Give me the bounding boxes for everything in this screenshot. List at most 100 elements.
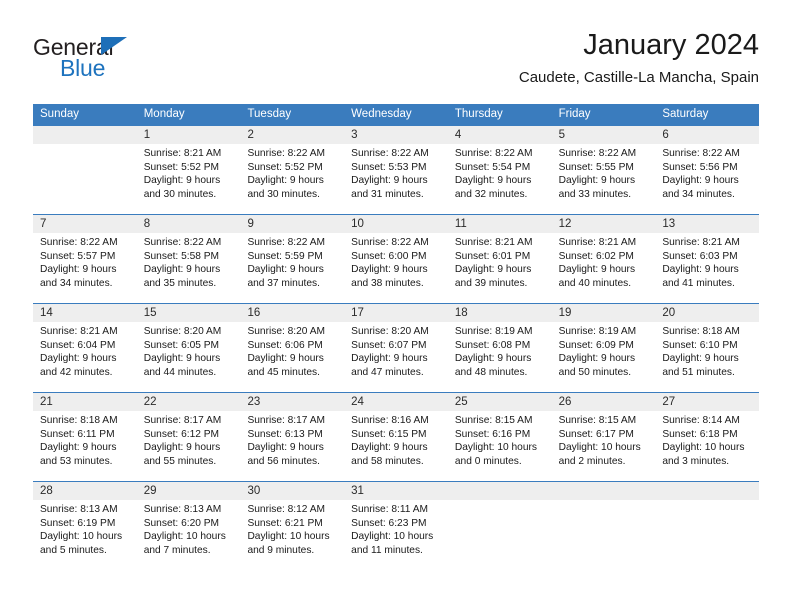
sunrise-text: Sunrise: 8:22 AM bbox=[558, 148, 637, 159]
sunset-text: Sunset: 6:15 PM bbox=[351, 428, 427, 440]
day-details: Sunrise: 8:22 AM Sunset: 5:56 PM Daylight:… bbox=[655, 144, 759, 201]
day-cell-12[interactable]: 12 Sunrise: 8:21 AM Sunset: 6:02 PM Dayligh… bbox=[551, 215, 656, 303]
day-cell-3[interactable]: 3 Sunrise: 8:22 AM Sunset: 5:53 PM Daylight… bbox=[344, 126, 448, 214]
daylight-text-line2: and 42 minutes. bbox=[40, 366, 113, 378]
daylight-text-line2: and 0 minutes. bbox=[454, 455, 522, 467]
day-cell-21[interactable]: 21 Sunrise: 8:18 AM Sunset: 6:11 PM Dayligh… bbox=[33, 393, 137, 481]
day-number-band: 16 bbox=[240, 304, 345, 322]
daylight-text-line2: and 39 minutes. bbox=[454, 277, 528, 289]
sunset-text: Sunset: 6:00 PM bbox=[351, 250, 427, 262]
day-number-band: 20 bbox=[655, 304, 760, 322]
weekday-header-row: Sunday Monday Tuesday Wednesday Thursday Frid… bbox=[33, 104, 759, 125]
day-cell-19[interactable]: 19 Sunrise: 8:19 AM Sunset: 6:09 PM Dayligh… bbox=[551, 304, 656, 392]
day-number-band: 28 bbox=[33, 482, 137, 500]
day-cell-14[interactable]: 14 Sunrise: 8:21 AM Sunset: 6:04 PM Dayligh… bbox=[33, 304, 137, 392]
sunrise-text: Sunrise: 8:12 AM bbox=[247, 504, 326, 515]
sunrise-text: Sunrise: 8:22 AM bbox=[662, 148, 740, 159]
general-blue-logo[interactable]: General Blue bbox=[33, 34, 233, 90]
day-cell-13[interactable]: 13 Sunrise: 8:21 AM Sunset: 6:03 PM Dayligh… bbox=[655, 215, 760, 303]
sunrise-text: Sunrise: 8:11 AM bbox=[351, 504, 428, 515]
day-details: Sunrise: 8:20 AM Sunset: 6:05 PM Daylight:… bbox=[137, 322, 241, 379]
day-cell-26[interactable]: 26 Sunrise: 8:15 AM Sunset: 6:17 PM Dayligh… bbox=[551, 393, 656, 481]
day-cell-20[interactable]: 20 Sunrise: 8:18 AM Sunset: 6:10 PM Dayligh… bbox=[655, 304, 760, 392]
day-number-band: 8 bbox=[136, 215, 241, 233]
sunset-text: Sunset: 6:05 PM bbox=[143, 339, 220, 351]
day-number-band: 1 bbox=[136, 126, 241, 144]
day-details: Sunrise: 8:22 AM Sunset: 5:57 PM Daylight:… bbox=[33, 233, 137, 290]
day-cell-8[interactable]: 8 Sunrise: 8:22 AM Sunset: 5:58 PM Daylight… bbox=[136, 215, 241, 303]
day-cell-5[interactable]: 5 Sunrise: 8:22 AM Sunset: 5:55 PM Daylight… bbox=[551, 126, 656, 214]
daylight-text-line2: and 37 minutes. bbox=[247, 277, 320, 289]
calendar-week-row: 14 Sunrise: 8:21 AM Sunset: 6:04 PM Dayligh… bbox=[33, 303, 760, 392]
daylight-text-line2: and 11 minutes. bbox=[351, 544, 423, 556]
day-number: 2 bbox=[247, 129, 254, 141]
calendar-grid: Sunday Monday Tuesday Wednesday Thursday Frid… bbox=[33, 104, 760, 572]
sunrise-text: Sunrise: 8:21 AM bbox=[662, 237, 740, 248]
day-details: Sunrise: 8:21 AM Sunset: 5:52 PM Daylight:… bbox=[137, 144, 241, 201]
day-cell-23[interactable]: 23 Sunrise: 8:17 AM Sunset: 6:13 PM Dayligh… bbox=[240, 393, 345, 481]
daylight-text-line1: Daylight: 9 hours bbox=[351, 264, 428, 276]
day-cell-24[interactable]: 24 Sunrise: 8:16 AM Sunset: 6:15 PM Dayligh… bbox=[344, 393, 448, 481]
daylight-text-line2: and 2 minutes. bbox=[558, 455, 626, 467]
day-number-band: 3 bbox=[344, 126, 448, 144]
day-cell-7[interactable]: 7 Sunrise: 8:22 AM Sunset: 5:57 PM Daylight… bbox=[33, 215, 137, 303]
daylight-text-line1: Daylight: 9 hours bbox=[558, 353, 636, 365]
day-details: Sunrise: 8:16 AM Sunset: 6:15 PM Daylight:… bbox=[344, 411, 448, 468]
day-cell-18[interactable]: 18 Sunrise: 8:19 AM Sunset: 6:08 PM Dayligh… bbox=[447, 304, 552, 392]
day-cell-2[interactable]: 2 Sunrise: 8:22 AM Sunset: 5:52 PM Daylight… bbox=[240, 126, 345, 214]
day-cell-29[interactable]: 29 Sunrise: 8:13 AM Sunset: 6:20 PM Dayligh… bbox=[136, 482, 241, 572]
day-number: 15 bbox=[143, 307, 157, 319]
day-number: 6 bbox=[662, 129, 669, 141]
day-cell-9[interactable]: 9 Sunrise: 8:22 AM Sunset: 5:59 PM Daylight… bbox=[240, 215, 345, 303]
daylight-text-line1: Daylight: 9 hours bbox=[454, 175, 532, 187]
day-number-band: 14 bbox=[33, 304, 137, 322]
sunrise-text: Sunrise: 8:13 AM bbox=[40, 504, 118, 515]
day-number-band: 4 bbox=[447, 126, 552, 144]
day-details: Sunrise: 8:14 AM Sunset: 6:18 PM Daylight:… bbox=[655, 411, 759, 468]
sunrise-text: Sunrise: 8:20 AM bbox=[247, 326, 326, 337]
day-details: Sunrise: 8:19 AM Sunset: 6:09 PM Daylight:… bbox=[552, 322, 656, 379]
day-number-band: 2 bbox=[240, 126, 345, 144]
day-number-band: 25 bbox=[447, 393, 552, 411]
day-cell-16[interactable]: 16 Sunrise: 8:20 AM Sunset: 6:06 PM Dayligh… bbox=[240, 304, 345, 392]
day-number-band: 5 bbox=[551, 126, 656, 144]
day-number: 18 bbox=[454, 307, 468, 319]
sunrise-text: Sunrise: 8:22 AM bbox=[351, 237, 429, 248]
daylight-text-line2: and 58 minutes. bbox=[351, 455, 424, 467]
day-number-band: 11 bbox=[447, 215, 552, 233]
day-cell-1[interactable]: 1 Sunrise: 8:21 AM Sunset: 5:52 PM Daylight… bbox=[136, 126, 241, 214]
day-cell-11[interactable]: 11 Sunrise: 8:21 AM Sunset: 6:01 PM Dayligh… bbox=[447, 215, 552, 303]
day-cell-6[interactable]: 6 Sunrise: 8:22 AM Sunset: 5:56 PM Daylight… bbox=[655, 126, 760, 214]
day-cell-4[interactable]: 4 Sunrise: 8:22 AM Sunset: 5:54 PM Daylight… bbox=[447, 126, 552, 214]
day-cell-30[interactable]: 30 Sunrise: 8:12 AM Sunset: 6:21 PM Dayligh… bbox=[240, 482, 345, 572]
daylight-text-line1: Daylight: 9 hours bbox=[662, 175, 739, 187]
day-cell-17[interactable]: 17 Sunrise: 8:20 AM Sunset: 6:07 PM Dayligh… bbox=[344, 304, 448, 392]
daylight-text-line1: Daylight: 10 hours bbox=[454, 442, 537, 454]
day-number: 16 bbox=[247, 307, 261, 319]
sunrise-text: Sunrise: 8:14 AM bbox=[662, 415, 740, 426]
sunset-text: Sunset: 6:06 PM bbox=[247, 339, 323, 351]
sunset-text: Sunset: 5:52 PM bbox=[143, 161, 220, 173]
day-details: Sunrise: 8:21 AM Sunset: 6:02 PM Daylight:… bbox=[552, 233, 656, 290]
day-cell-27[interactable]: 27 Sunrise: 8:14 AM Sunset: 6:18 PM Dayligh… bbox=[655, 393, 760, 481]
sunset-text: Sunset: 6:23 PM bbox=[351, 517, 427, 529]
day-number-band: 13 bbox=[655, 215, 760, 233]
day-cell-31[interactable]: 31 Sunrise: 8:11 AM Sunset: 6:23 PM Dayligh… bbox=[344, 482, 448, 572]
day-cell-10[interactable]: 10 Sunrise: 8:22 AM Sunset: 6:00 PM Dayligh… bbox=[344, 215, 448, 303]
day-cell-28[interactable]: 28 Sunrise: 8:13 AM Sunset: 6:19 PM Dayligh… bbox=[33, 482, 137, 572]
sunset-text: Sunset: 6:12 PM bbox=[143, 428, 220, 440]
day-cell-15[interactable]: 15 Sunrise: 8:20 AM Sunset: 6:05 PM Dayligh… bbox=[136, 304, 241, 392]
daylight-text-line2: and 55 minutes. bbox=[143, 455, 217, 467]
daylight-text-line2: and 32 minutes. bbox=[454, 188, 528, 200]
day-details: Sunrise: 8:22 AM Sunset: 5:54 PM Daylight:… bbox=[448, 144, 552, 201]
day-cell-22[interactable]: 22 Sunrise: 8:17 AM Sunset: 6:12 PM Dayligh… bbox=[136, 393, 241, 481]
daylight-text-line2: and 56 minutes. bbox=[247, 455, 320, 467]
calendar-week-row: 7 Sunrise: 8:22 AM Sunset: 5:57 PM Daylight… bbox=[33, 214, 760, 303]
day-number-band: 18 bbox=[447, 304, 552, 322]
daylight-text-line1: Daylight: 9 hours bbox=[40, 264, 117, 276]
day-number-band: 9 bbox=[240, 215, 345, 233]
day-details: Sunrise: 8:22 AM Sunset: 5:53 PM Daylight:… bbox=[344, 144, 448, 201]
day-cell-25[interactable]: 25 Sunrise: 8:15 AM Sunset: 6:16 PM Dayligh… bbox=[447, 393, 552, 481]
day-details: Sunrise: 8:17 AM Sunset: 6:13 PM Daylight:… bbox=[240, 411, 344, 468]
sunset-text: Sunset: 6:17 PM bbox=[558, 428, 634, 440]
